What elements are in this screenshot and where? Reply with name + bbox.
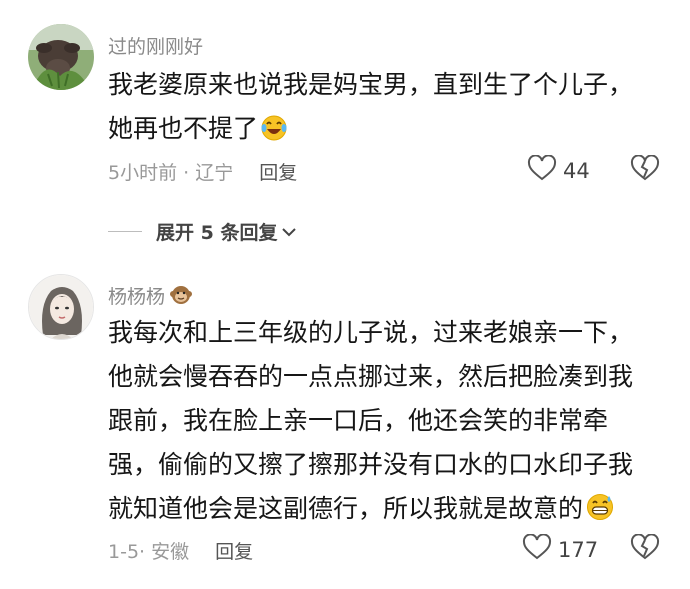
comment-text: 我每次和上三年级的儿子说，过来老娘亲一下， 他就会慢吞吞的一点点挪过来，然后把脸… <box>108 311 668 536</box>
comment-meta: 1-5· 安徽 回复 <box>108 537 253 564</box>
separator-dot: · <box>139 541 152 563</box>
comment-line: 跟前，我在脸上亲一口后，他还会笑的非常牵 <box>108 406 609 435</box>
like-count: 177 <box>558 537 599 562</box>
comment-location: 安徽 <box>151 541 190 563</box>
comment-line-text: 就知道他会是这副德行，所以我就是故意的 <box>108 494 584 523</box>
like-button[interactable]: 177 <box>522 533 599 565</box>
comment-line: 强，偷偷的又擦了擦那并没有口水的口水印子我 <box>108 450 634 479</box>
avatar[interactable] <box>28 274 94 340</box>
username[interactable]: 杨杨杨 <box>108 282 193 312</box>
comment-item: 杨杨杨 我每次和上三年级的儿子说，过来老娘亲一下， 他就会慢吞吞的一点点挪过来，… <box>0 0 690 589</box>
monkey-emoji-icon <box>169 283 193 312</box>
dislike-button[interactable] <box>630 533 660 564</box>
reply-button[interactable]: 回复 <box>215 541 253 563</box>
comment-line: 我每次和上三年级的儿子说，过来老娘亲一下， <box>108 318 634 347</box>
grin-sweat-emoji-icon <box>585 492 615 536</box>
username-text: 杨杨杨 <box>108 286 166 308</box>
broken-heart-icon <box>630 533 660 564</box>
heart-outline-icon <box>522 533 552 565</box>
comment-line: 他就会慢吞吞的一点点挪过来，然后把脸凑到我 <box>108 362 634 391</box>
comment-time: 1-5 <box>108 541 140 563</box>
comment-line-with-emoji: 就知道他会是这副德行，所以我就是故意的 <box>108 487 668 536</box>
